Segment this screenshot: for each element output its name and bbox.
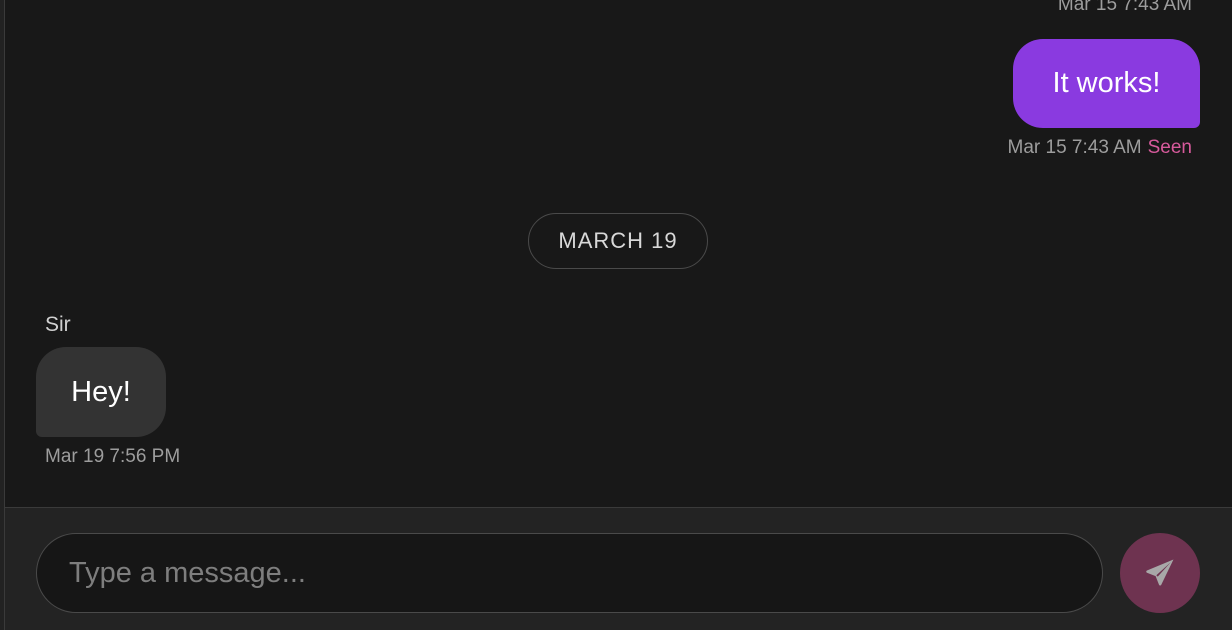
- message-timestamp: Mar 15 7:43 AM: [1057, 0, 1192, 15]
- send-button[interactable]: [1120, 533, 1200, 613]
- chat-window: Mar 15 7:43 AM It works! Mar 15 7:43 AM S…: [0, 0, 1232, 630]
- send-icon: [1146, 559, 1174, 586]
- message-timestamp: Mar 19 7:56 PM: [45, 446, 181, 467]
- seen-status: Seen: [1147, 137, 1192, 158]
- incoming-message-bubble[interactable]: Hey!: [36, 347, 166, 437]
- message-text: It works!: [1052, 67, 1161, 99]
- message-input[interactable]: [36, 533, 1103, 613]
- sender-name: Sir: [45, 313, 71, 336]
- message-meta: Mar 15 7:43 AM Seen: [1008, 137, 1193, 159]
- message-text: Hey!: [71, 375, 131, 408]
- outgoing-message-bubble[interactable]: It works!: [1013, 39, 1200, 128]
- message-composer: [5, 507, 1232, 630]
- date-divider: MARCH 19: [528, 213, 708, 269]
- message-timestamp: Mar 15 7:43 AM: [1007, 137, 1142, 158]
